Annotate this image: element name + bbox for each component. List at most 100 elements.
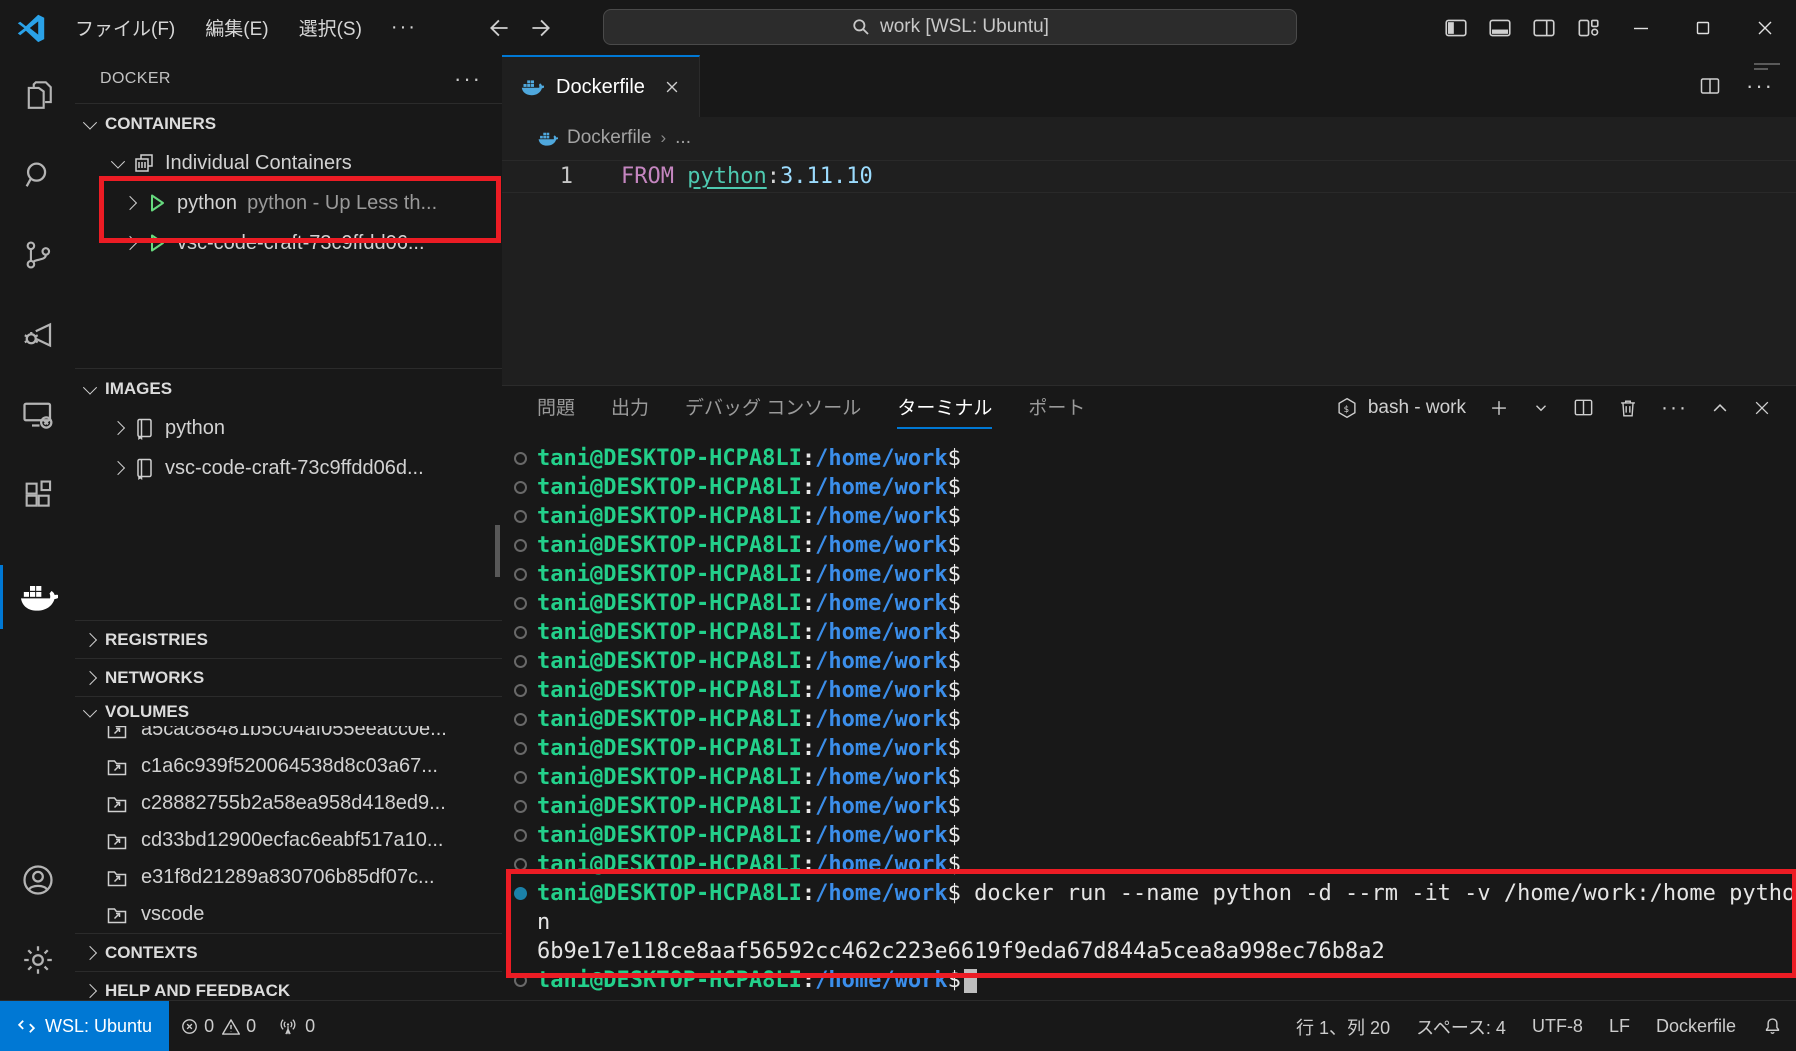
tree-item-volume[interactable]: c28882755b2a58ea958d418ed9... bbox=[75, 785, 502, 822]
command-decoration-icon[interactable] bbox=[514, 887, 527, 900]
command-decoration-icon[interactable] bbox=[514, 800, 527, 813]
command-decoration-icon[interactable] bbox=[514, 974, 527, 987]
section-contexts[interactable]: CONTEXTS bbox=[75, 933, 502, 971]
tab-debug-console[interactable]: デバッグ コンソール bbox=[685, 386, 861, 429]
tab-ports[interactable]: ポート bbox=[1028, 386, 1085, 429]
tree-item-individual-containers[interactable]: Individual Containers bbox=[75, 143, 502, 183]
command-decoration-icon[interactable] bbox=[514, 655, 527, 668]
editor-more-actions-icon[interactable]: ··· bbox=[1746, 73, 1774, 99]
customize-layout-icon[interactable] bbox=[1566, 0, 1610, 55]
command-decoration-icon[interactable] bbox=[514, 597, 527, 610]
back-button[interactable] bbox=[487, 15, 513, 41]
menu-file[interactable]: ファイル(F) bbox=[60, 10, 190, 46]
search-view-icon[interactable] bbox=[0, 135, 75, 215]
command-decoration-icon[interactable] bbox=[514, 684, 527, 697]
tree-item-volume[interactable]: e31f8d21289a830706b85df07c... bbox=[75, 859, 502, 896]
tree-item-volume-vscode[interactable]: vscode bbox=[75, 896, 502, 933]
accounts-icon[interactable] bbox=[0, 840, 75, 920]
sidebar-more-actions-icon[interactable]: ··· bbox=[454, 66, 482, 92]
minimize-button[interactable] bbox=[1610, 0, 1672, 55]
command-decoration-icon[interactable] bbox=[514, 742, 527, 755]
terminal-dropdown-icon[interactable] bbox=[1532, 399, 1550, 417]
settings-gear-icon[interactable] bbox=[0, 920, 75, 1000]
ports-status[interactable]: 0 bbox=[267, 1001, 326, 1051]
close-button[interactable] bbox=[1734, 0, 1796, 55]
docker-whale-icon bbox=[537, 128, 558, 149]
split-terminal-icon[interactable] bbox=[1572, 396, 1595, 419]
tree-item-container-python[interactable]: python python - Up Less th... bbox=[75, 183, 502, 223]
section-containers[interactable]: CONTAINERS bbox=[75, 103, 502, 143]
remote-explorer-icon[interactable] bbox=[0, 375, 75, 455]
tree-item-volume[interactable]: c1a6c939f520064538d8c03a67... bbox=[75, 748, 502, 785]
tab-dockerfile[interactable]: Dockerfile bbox=[502, 55, 700, 117]
command-decoration-icon[interactable] bbox=[514, 452, 527, 465]
kill-terminal-icon[interactable] bbox=[1617, 397, 1639, 419]
breadcrumb-symbol[interactable]: ... bbox=[675, 127, 691, 149]
extensions-icon[interactable] bbox=[0, 455, 75, 535]
section-registries[interactable]: REGISTRIES bbox=[75, 620, 502, 658]
command-decoration-icon[interactable] bbox=[514, 481, 527, 494]
command-center-search[interactable]: work [WSL: Ubuntu] bbox=[603, 9, 1297, 45]
tree-item-container-vsc[interactable]: vsc-code-craft-73c9ffdd06... bbox=[75, 223, 502, 263]
menu-selection[interactable]: 選択(S) bbox=[284, 10, 377, 46]
tab-terminal[interactable]: ターミナル bbox=[897, 386, 992, 429]
tab-output[interactable]: 出力 bbox=[611, 386, 649, 429]
toggle-panel-icon[interactable] bbox=[1478, 0, 1522, 55]
toggle-secondary-sidebar-icon[interactable] bbox=[1522, 0, 1566, 55]
notifications-bell-icon[interactable] bbox=[1749, 1016, 1796, 1037]
docker-view-icon[interactable] bbox=[0, 557, 75, 637]
terminal-profile[interactable]: $ bash - work bbox=[1336, 397, 1466, 419]
container-running-icon bbox=[144, 231, 168, 255]
panel-more-actions-icon[interactable]: ··· bbox=[1661, 396, 1688, 420]
toggle-sidebar-icon[interactable] bbox=[1434, 0, 1478, 55]
indentation[interactable]: スペース: 4 bbox=[1403, 1014, 1519, 1040]
status-bar: WSL: Ubuntu 0 0 0 行 1、列 20 スペース: 4 UTF-8… bbox=[0, 1000, 1796, 1051]
command-decoration-icon[interactable] bbox=[514, 539, 527, 552]
command-decoration-icon[interactable] bbox=[514, 771, 527, 784]
run-and-debug-icon[interactable] bbox=[0, 295, 75, 375]
command-decoration-icon[interactable] bbox=[514, 713, 527, 726]
tree-item-volume[interactable]: cd33bd12900ecfac6eabf517a10... bbox=[75, 822, 502, 859]
eol-sequence[interactable]: LF bbox=[1596, 1016, 1643, 1037]
section-volumes[interactable]: VOLUMES bbox=[75, 696, 502, 726]
tree-item-volume[interactable]: a5cac88481b5c04af055eeacc0e... bbox=[75, 726, 502, 748]
code-line-1[interactable]: 1 FROM python:3.11.10 bbox=[502, 161, 1796, 192]
search-text: work [WSL: Ubuntu] bbox=[880, 16, 1049, 38]
cursor-position[interactable]: 行 1、列 20 bbox=[1283, 1014, 1403, 1040]
section-help-and-feedback[interactable]: HELP AND FEEDBACK bbox=[75, 971, 502, 1000]
terminal-cursor bbox=[964, 969, 977, 993]
tree-item-image-python[interactable]: python bbox=[75, 408, 502, 448]
close-panel-icon[interactable] bbox=[1752, 398, 1772, 418]
minimap[interactable] bbox=[1754, 63, 1784, 73]
token-image-link[interactable]: python bbox=[687, 164, 766, 189]
section-images[interactable]: IMAGES bbox=[75, 368, 502, 408]
volumes-list: a5cac88481b5c04af055eeacc0e... c1a6c939f… bbox=[75, 726, 502, 933]
explorer-icon[interactable] bbox=[0, 55, 75, 135]
command-decoration-icon[interactable] bbox=[514, 568, 527, 581]
remote-indicator[interactable]: WSL: Ubuntu bbox=[0, 1001, 169, 1051]
sidebar-scrollbar[interactable] bbox=[495, 525, 500, 577]
section-networks[interactable]: NETWORKS bbox=[75, 658, 502, 696]
menu-edit[interactable]: 編集(E) bbox=[190, 10, 283, 46]
encoding[interactable]: UTF-8 bbox=[1519, 1016, 1596, 1037]
command-decoration-icon[interactable] bbox=[514, 829, 527, 842]
maximize-button[interactable] bbox=[1672, 0, 1734, 55]
tab-close-icon[interactable] bbox=[663, 78, 681, 96]
maximize-panel-icon[interactable] bbox=[1710, 398, 1730, 418]
tree-item-image-vsc[interactable]: vsc-code-craft-73c9ffdd06d... bbox=[75, 448, 502, 488]
forward-button[interactable] bbox=[527, 15, 553, 41]
language-mode[interactable]: Dockerfile bbox=[1643, 1016, 1749, 1037]
problems-status[interactable]: 0 0 bbox=[169, 1001, 267, 1051]
command-decoration-icon[interactable] bbox=[514, 626, 527, 639]
breadcrumb-file[interactable]: Dockerfile bbox=[567, 127, 651, 149]
split-editor-icon[interactable] bbox=[1698, 74, 1722, 98]
breadcrumb[interactable]: Dockerfile › ... bbox=[502, 117, 1796, 159]
tab-problems[interactable]: 問題 bbox=[537, 386, 575, 429]
command-decoration-icon[interactable] bbox=[514, 510, 527, 523]
command-decoration-icon[interactable] bbox=[514, 858, 527, 871]
terminal-content[interactable]: tani@DESKTOP-HCPA8LI:/home/work$tani@DES… bbox=[502, 429, 1796, 995]
new-terminal-icon[interactable] bbox=[1488, 397, 1510, 419]
source-control-icon[interactable] bbox=[0, 215, 75, 295]
menu-more-button[interactable]: ··· bbox=[377, 16, 431, 39]
chevron-right-icon bbox=[83, 945, 97, 959]
